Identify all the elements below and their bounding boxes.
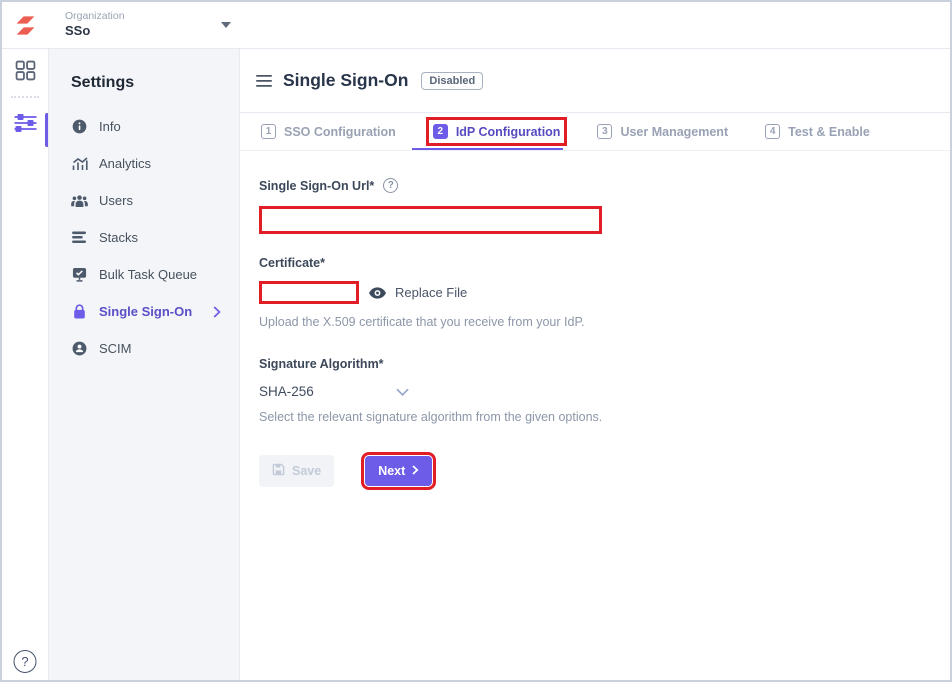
tab-label: Test & Enable xyxy=(788,125,870,139)
signature-algorithm-label: Signature Algorithm* xyxy=(259,357,384,371)
brand-logo[interactable] xyxy=(2,13,48,38)
sidebar-item-bulk-task-queue[interactable]: Bulk Task Queue xyxy=(71,256,229,293)
tab-sso-configuration[interactable]: 1 SSO Configuration xyxy=(261,124,396,139)
sso-url-input[interactable] xyxy=(262,209,599,231)
apps-grid-icon[interactable] xyxy=(15,60,36,81)
settings-sliders-icon[interactable] xyxy=(14,112,37,134)
step-number: 4 xyxy=(765,124,780,139)
idp-configuration-form: Single Sign-On Url* ? Certificate* xyxy=(240,151,950,487)
help-button[interactable]: ? xyxy=(14,650,37,673)
bulk-task-queue-icon xyxy=(71,267,88,282)
tab-label: IdP Configuration xyxy=(456,125,561,139)
sidebar-item-scim[interactable]: SCIM xyxy=(71,330,229,367)
help-tooltip-icon[interactable]: ? xyxy=(383,178,398,193)
sidebar-item-single-sign-on[interactable]: Single Sign-On xyxy=(71,293,229,330)
step-number: 3 xyxy=(597,124,612,139)
status-badge: Disabled xyxy=(421,72,483,90)
organization-switcher[interactable]: Organization SSo xyxy=(65,10,125,39)
settings-sidebar: Settings Info Analytics xyxy=(49,49,240,680)
page-title: Single Sign-On xyxy=(283,70,408,91)
sidebar-item-analytics[interactable]: Analytics xyxy=(71,145,229,182)
stacks-icon xyxy=(71,231,88,244)
sidebar-item-info[interactable]: Info xyxy=(71,108,229,145)
sidebar-item-label: Analytics xyxy=(99,156,151,171)
certificate-label: Certificate* xyxy=(259,256,325,270)
chevron-down-icon xyxy=(396,384,409,399)
tab-label: SSO Configuration xyxy=(284,125,396,139)
page-header: Single Sign-On Disabled xyxy=(240,49,950,113)
sidebar-item-label: Info xyxy=(99,119,121,134)
next-button[interactable]: Next xyxy=(365,456,432,486)
sidebar-item-users[interactable]: Users xyxy=(71,182,229,219)
analytics-icon xyxy=(71,156,88,171)
sidebar-item-label: Stacks xyxy=(99,230,138,245)
sidebar-item-label: SCIM xyxy=(99,341,132,356)
scim-icon xyxy=(71,341,88,356)
step-number: 1 xyxy=(261,124,276,139)
app-window: Organization SSo ? xyxy=(0,0,952,682)
info-icon xyxy=(71,119,88,134)
organization-label: Organization xyxy=(65,10,125,23)
floppy-disk-icon xyxy=(272,463,285,479)
sidebar-item-stacks[interactable]: Stacks xyxy=(71,219,229,256)
icon-rail: ? xyxy=(2,49,49,680)
rail-divider xyxy=(11,96,39,98)
brand-logo-icon xyxy=(13,13,38,38)
annotation-box-sso-url xyxy=(259,206,602,234)
chevron-right-icon xyxy=(412,464,419,478)
sidebar-title: Settings xyxy=(71,74,229,92)
chevron-right-icon xyxy=(213,306,221,318)
tab-idp-configuration[interactable]: 2 IdP Configuration xyxy=(433,124,561,139)
sidebar-item-label: Single Sign-On xyxy=(99,304,192,319)
question-mark-icon: ? xyxy=(21,654,28,669)
users-icon xyxy=(71,194,88,208)
next-button-label: Next xyxy=(378,464,405,478)
main-content: Single Sign-On Disabled 1 SSO Configurat… xyxy=(240,49,950,680)
tab-label: User Management xyxy=(620,125,728,139)
wizard-tabs: 1 SSO Configuration 2 IdP Configuration … xyxy=(240,113,950,151)
top-bar: Organization SSo xyxy=(2,2,950,49)
signature-algorithm-helper-text: Select the relevant signature algorithm … xyxy=(259,410,950,424)
organization-name: SSo xyxy=(65,23,125,39)
save-button-label: Save xyxy=(292,464,321,478)
certificate-helper-text: Upload the X.509 certificate that you re… xyxy=(259,315,950,329)
tab-user-management[interactable]: 3 User Management xyxy=(597,124,728,139)
caret-down-icon[interactable] xyxy=(221,22,231,28)
hamburger-menu-icon[interactable] xyxy=(256,75,272,87)
sidebar-item-label: Users xyxy=(99,193,133,208)
signature-algorithm-value: SHA-256 xyxy=(259,384,314,399)
save-button[interactable]: Save xyxy=(259,455,334,487)
certificate-file-input[interactable] xyxy=(259,281,359,304)
sidebar-item-label: Bulk Task Queue xyxy=(99,267,197,282)
step-number: 2 xyxy=(433,124,448,139)
lock-icon xyxy=(71,304,88,319)
eye-icon[interactable] xyxy=(369,287,386,299)
signature-algorithm-select[interactable]: SHA-256 xyxy=(259,384,409,399)
tab-test-and-enable[interactable]: 4 Test & Enable xyxy=(765,124,870,139)
sso-url-label: Single Sign-On Url* xyxy=(259,179,374,193)
active-section-indicator xyxy=(45,113,48,147)
replace-file-link[interactable]: Replace File xyxy=(395,285,467,300)
